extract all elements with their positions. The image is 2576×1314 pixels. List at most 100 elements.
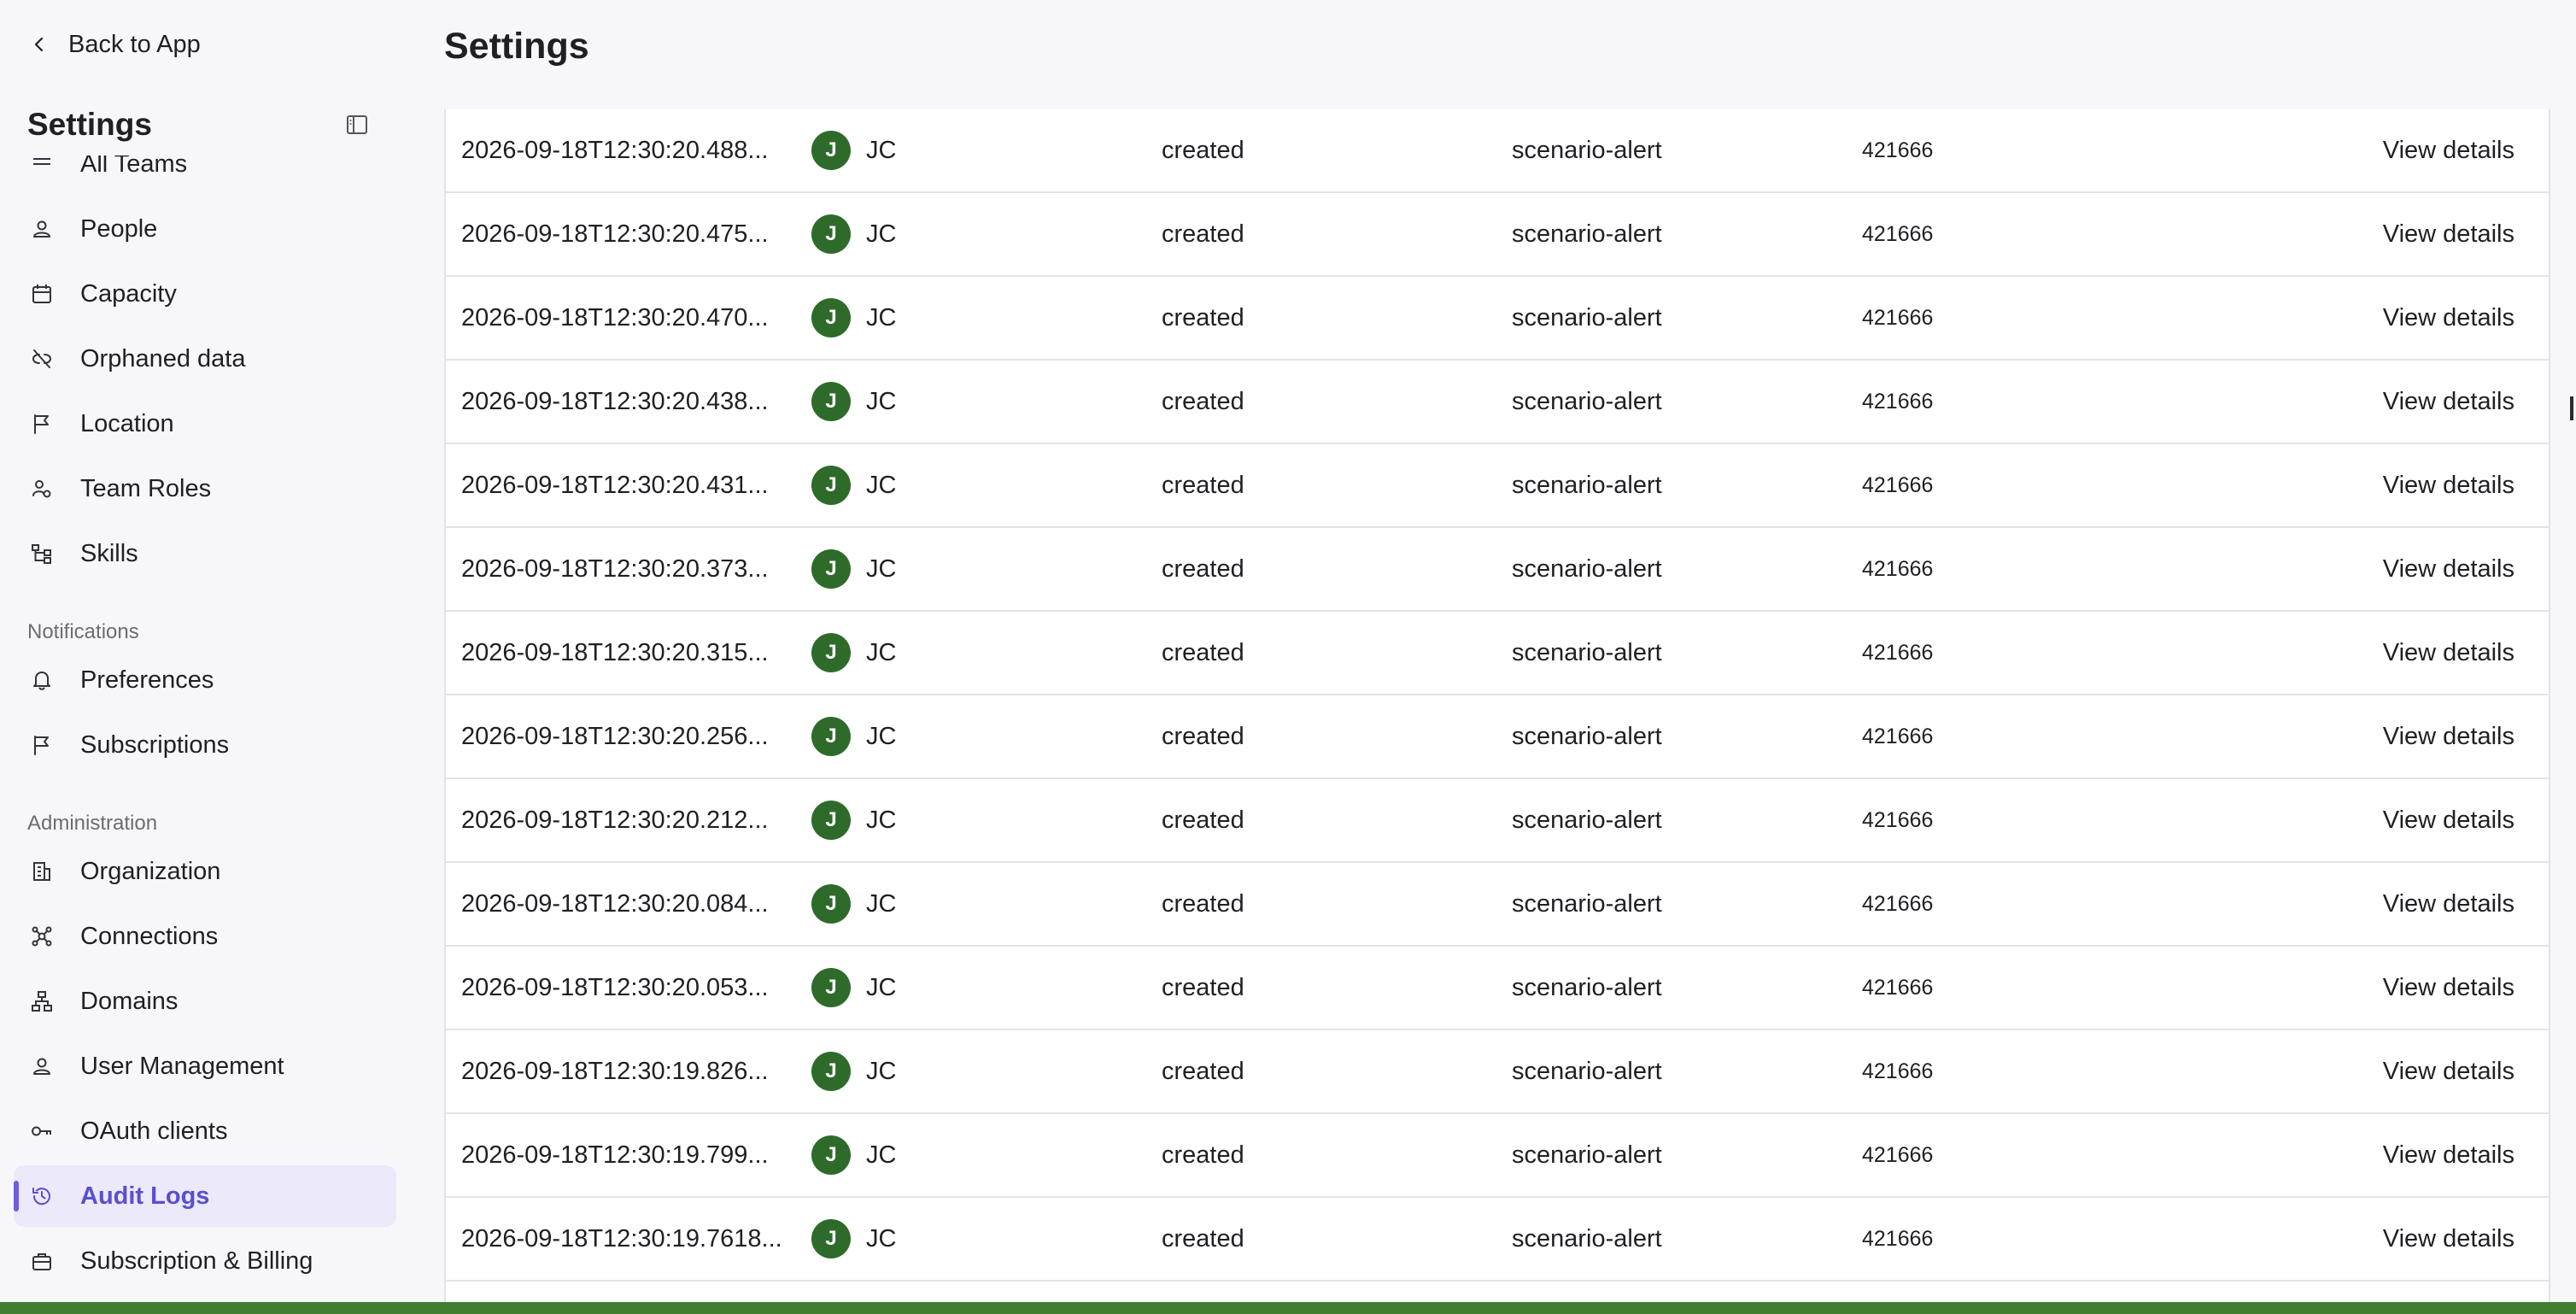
resource-id-cell: 421666	[1862, 1059, 1934, 1083]
list-icon	[29, 155, 55, 177]
avatar: J	[811, 968, 851, 1007]
actor-cell: J JC	[811, 1052, 896, 1091]
table-row: 2026-09-18T12:30:20.488... J JC created s…	[446, 109, 2549, 193]
section-heading-notifications: Notifications	[27, 620, 139, 643]
table-row: 2026-09-18T12:30:20.256... J JC created s…	[446, 695, 2549, 779]
actor-name: JC	[866, 303, 897, 331]
view-details-link[interactable]: View details	[2383, 388, 2515, 416]
chevron-left-icon	[27, 32, 51, 56]
table-row: 2026-09-18T12:30:20.084... J JC created s…	[446, 863, 2549, 947]
resource-id-cell: 421666	[1862, 138, 1934, 162]
actor-name: JC	[866, 1057, 897, 1085]
back-to-app-label: Back to App	[68, 30, 201, 58]
avatar: J	[811, 466, 851, 505]
sidebar-item-connections[interactable]: Connections	[14, 906, 396, 967]
sidebar-item-oauth-clients[interactable]: OAuth clients	[14, 1100, 396, 1162]
timestamp-cell: 2026-09-18T12:30:20.488...	[461, 136, 769, 164]
sidebar-item-orphaned-data[interactable]: Orphaned data	[14, 328, 396, 390]
actor-cell: J JC	[811, 1219, 896, 1258]
audit-log-table[interactable]: 2026-09-18T12:30:20.488... J JC created s…	[444, 109, 2550, 1302]
sidebar-item-label: Domains	[80, 987, 179, 1015]
main-content: Settings 2026-09-18T12:30:20.488... J JC …	[417, 0, 2576, 1314]
resource-id-cell: 421666	[1862, 305, 1934, 330]
key-icon	[29, 1118, 55, 1144]
view-details-link[interactable]: View details	[2383, 723, 2515, 751]
person-icon	[29, 216, 55, 242]
back-to-app-link[interactable]: Back to App	[27, 24, 201, 65]
connections-icon	[29, 924, 55, 949]
actor-cell: J JC	[811, 131, 896, 170]
timestamp-cell: 2026-09-18T12:30:20.256...	[461, 722, 769, 750]
action-cell: created	[1162, 638, 1244, 666]
view-details-link[interactable]: View details	[2383, 974, 2515, 1002]
resource-id-cell: 421666	[1862, 807, 1934, 832]
collapse-sidebar-button[interactable]	[340, 108, 374, 142]
sidebar-item-people[interactable]: People	[14, 198, 396, 260]
sidebar-item-preferences[interactable]: Preferences	[14, 649, 396, 711]
sidebar-item-skills[interactable]: Skills	[14, 523, 396, 584]
table-row: 2026-09-18T12:30:20.315... J JC created s…	[446, 612, 2549, 695]
resource-cell: scenario-alert	[1512, 471, 1662, 499]
sidebar-item-label: Capacity	[80, 279, 177, 308]
sidebar-item-domains[interactable]: Domains	[14, 971, 396, 1032]
table-row: 2026-09-18T12:30:20.373... J JC created s…	[446, 528, 2549, 612]
avatar: J	[811, 131, 851, 170]
view-details-link[interactable]: View details	[2383, 890, 2515, 918]
view-details-link[interactable]: View details	[2383, 137, 2515, 165]
sidebar-item-location[interactable]: Location	[14, 393, 396, 455]
actor-name: JC	[866, 220, 897, 248]
sidebar-item-capacity[interactable]: Capacity	[14, 263, 396, 325]
calendar-icon	[29, 281, 55, 307]
action-cell: created	[1162, 136, 1244, 164]
view-details-link[interactable]: View details	[2383, 304, 2515, 332]
sidebar-item-subscription-billing[interactable]: Subscription & Billing	[14, 1230, 396, 1292]
view-details-link[interactable]: View details	[2383, 807, 2515, 835]
actor-name: JC	[866, 554, 897, 583]
sidebar-item-subscriptions[interactable]: Subscriptions	[14, 714, 396, 776]
view-details-link[interactable]: View details	[2383, 555, 2515, 584]
resource-cell: scenario-alert	[1512, 889, 1662, 918]
actor-name: JC	[866, 387, 897, 415]
view-details-link[interactable]: View details	[2383, 472, 2515, 500]
avatar: J	[811, 382, 851, 421]
sitemap-icon	[29, 988, 55, 1014]
view-details-link[interactable]: View details	[2383, 1058, 2515, 1086]
avatar: J	[811, 633, 851, 672]
view-details-link[interactable]: View details	[2383, 1225, 2515, 1253]
resource-cell: scenario-alert	[1512, 220, 1662, 248]
actor-name: JC	[866, 638, 897, 666]
actor-name: JC	[866, 1224, 897, 1252]
sidebar-item-audit-logs[interactable]: Audit Logs	[14, 1165, 396, 1227]
timestamp-cell: 2026-09-18T12:30:19.799...	[461, 1141, 769, 1169]
resource-id-cell: 421666	[1862, 891, 1934, 916]
table-row-partial	[446, 1282, 2549, 1302]
sidebar-item-all-teams[interactable]: All Teams	[14, 155, 396, 195]
actor-name: JC	[866, 722, 897, 750]
avatar: J	[811, 214, 851, 254]
action-cell: created	[1162, 973, 1244, 1001]
actor-cell: J JC	[811, 717, 896, 756]
actor-name: JC	[866, 136, 897, 164]
actor-cell: J JC	[811, 968, 896, 1007]
skills-tree-icon	[29, 541, 55, 566]
actor-name: JC	[866, 806, 897, 834]
table-row: 2026-09-18T12:30:19.7618... J JC created …	[446, 1198, 2549, 1282]
sidebar-item-label: Team Roles	[80, 474, 212, 502]
sidebar-item-organization[interactable]: Organization	[14, 841, 396, 902]
view-details-link[interactable]: View details	[2383, 1141, 2515, 1170]
action-cell: created	[1162, 806, 1244, 834]
sidebar-item-team-roles[interactable]: Team Roles	[14, 458, 396, 519]
avatar: J	[811, 884, 851, 924]
view-details-link[interactable]: View details	[2383, 220, 2515, 249]
settings-nav-list: All Teams People Capacity Orphaned data …	[0, 155, 417, 1295]
timestamp-cell: 2026-09-18T12:30:20.084...	[461, 889, 769, 918]
actor-name: JC	[866, 1141, 897, 1169]
avatar: J	[811, 1219, 851, 1258]
sidebar-item-label: Subscriptions	[80, 730, 230, 759]
view-details-link[interactable]: View details	[2383, 639, 2515, 667]
sidebar-item-user-management[interactable]: User Management	[14, 1035, 396, 1097]
settings-nav[interactable]: All Teams People Capacity Orphaned data …	[0, 155, 417, 1314]
actor-cell: J JC	[811, 801, 896, 840]
unlink-icon	[29, 346, 55, 372]
timestamp-cell: 2026-09-18T12:30:19.7618...	[461, 1224, 782, 1252]
